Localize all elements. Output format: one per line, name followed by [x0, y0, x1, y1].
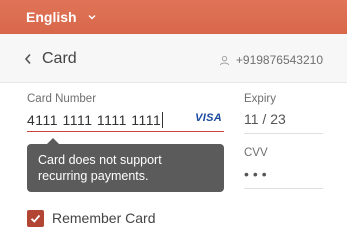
visa-logo: VISA: [195, 112, 222, 124]
card-number-label: Card Number: [27, 93, 97, 105]
checkbox[interactable]: [27, 209, 44, 227]
user-icon: [219, 55, 229, 65]
back-button[interactable]: Card: [24, 48, 77, 70]
chevron-down-icon: [88, 15, 96, 20]
expiry-label: Expiry: [244, 93, 276, 105]
card-number-value: 4111 1111 1111 1111: [27, 111, 164, 128]
top-bar: English: [0, 0, 347, 34]
language-label: English: [26, 9, 77, 25]
chevron-left-icon: [24, 53, 31, 65]
language-selector[interactable]: English: [26, 7, 97, 27]
expiry-input[interactable]: 11 / 23: [244, 108, 323, 134]
card-number-input[interactable]: 4111 1111 1111 1111 VISA: [27, 108, 224, 132]
page-title: Card: [42, 50, 77, 67]
contact-info: +919876543210: [219, 52, 323, 68]
error-tooltip: Card does not support recurring payments…: [27, 138, 224, 192]
page-header: Card +919876543210: [0, 34, 347, 83]
remember-card-checkbox[interactable]: Remember Card: [27, 209, 155, 227]
remember-card-label: Remember Card: [52, 210, 156, 226]
cvv-input[interactable]: •••: [244, 163, 323, 189]
contact-number: +919876543210: [235, 53, 323, 67]
cvv-label: CVV: [244, 147, 268, 159]
tooltip-line-1: Card does not support: [38, 153, 162, 167]
checkmark-icon: [30, 214, 41, 223]
tooltip-line-2: recurring payments.: [38, 169, 149, 183]
